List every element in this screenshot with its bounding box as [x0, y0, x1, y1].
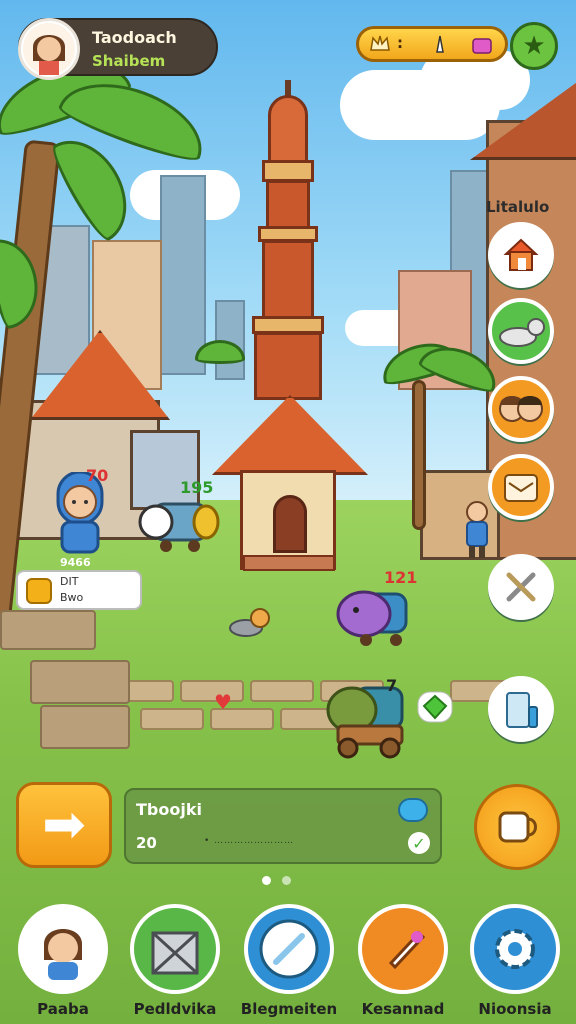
low-wall [0, 610, 96, 650]
gift-icon[interactable] [471, 34, 493, 54]
tower-tier [254, 332, 322, 400]
npc-character[interactable] [48, 470, 108, 562]
nav-label-4: Kesannad [361, 1000, 445, 1018]
nav-button-build[interactable] [130, 904, 220, 994]
tower-step [243, 555, 335, 571]
crown-icon [369, 34, 391, 54]
side-menu-label: Litalulo [486, 198, 550, 216]
nav-button-profile[interactable] [18, 904, 108, 994]
pet-cart[interactable] [136, 498, 220, 556]
arrow-right-icon: ➡ [42, 795, 86, 855]
info-line-2: Bwo [60, 591, 84, 604]
cat-icon [499, 318, 545, 347]
house-icon [503, 238, 539, 271]
player-subtitle: Shaibem [92, 52, 166, 70]
star-icon: ★ [522, 31, 546, 61]
low-wall [40, 705, 130, 749]
mail-icon [504, 474, 538, 502]
npc-label: 9466 [60, 556, 91, 569]
compass-icon [259, 919, 319, 979]
nav-label-5: Nioonsia [478, 1000, 552, 1018]
tower-tier [262, 240, 314, 320]
side-button-tools[interactable] [488, 554, 554, 620]
player-profile[interactable]: Taodoach Shaibem [18, 18, 218, 80]
side-button-pets[interactable] [488, 298, 554, 364]
tower-spire [268, 95, 308, 165]
side-button-mail[interactable] [488, 454, 554, 520]
side-button-store[interactable] [488, 676, 554, 742]
purple-pet-cart[interactable] [336, 588, 410, 648]
avatar[interactable] [18, 18, 80, 80]
heart-icon[interactable]: ♥ [214, 692, 236, 712]
cat-wandering[interactable] [228, 604, 270, 640]
quest-panel[interactable]: Tboojki 20 • …………………… ✓ [124, 788, 442, 864]
nav-button-boost[interactable] [358, 904, 448, 994]
tower-tier [266, 180, 310, 230]
npc-info-card[interactable]: DIT Bwo [16, 570, 142, 610]
cart-level-tag: 195 [180, 478, 214, 497]
pager-dot[interactable] [282, 876, 291, 885]
character-icon [44, 929, 82, 980]
skyscraper [160, 175, 206, 375]
cup-button[interactable] [474, 784, 560, 870]
low-wall [30, 660, 130, 704]
quest-title: Tboojki [136, 800, 202, 819]
pager-dot-active[interactable] [262, 876, 271, 885]
tower-band [262, 160, 314, 182]
next-arrow-button[interactable]: ➡ [16, 782, 112, 868]
achievement-star-button[interactable]: ★ [510, 22, 558, 70]
gear-icon [495, 929, 535, 969]
store-icon [506, 692, 538, 728]
nav-label-1: Paaba [37, 1000, 89, 1018]
info-line-1: DIT [60, 575, 79, 588]
coin-icon [26, 578, 52, 604]
check-icon[interactable]: ✓ [408, 832, 430, 854]
nav-label-3: Blegmeiten [240, 1000, 338, 1018]
bear-cart-tag: 7 [386, 676, 398, 695]
pig-level-tag: 121 [384, 568, 418, 587]
bear-cart[interactable] [326, 684, 406, 760]
side-button-house[interactable] [488, 222, 554, 288]
quest-count: 20 [136, 834, 157, 852]
cup-icon [498, 811, 537, 843]
resource-bar[interactable]: : [356, 26, 508, 62]
palm-trunk [412, 380, 426, 530]
villager[interactable] [462, 500, 492, 560]
nav-label-2: Pedldvika [133, 1000, 217, 1018]
tower-icon [429, 34, 451, 54]
quest-progress-text: • …………………… [204, 836, 295, 846]
friends-icon [499, 396, 543, 422]
npc-level-tag: 70 [86, 466, 109, 485]
rocket-icon [388, 930, 426, 970]
tower-door[interactable] [273, 495, 307, 553]
resource-value: : [397, 34, 403, 52]
tools-icon [506, 572, 536, 602]
side-button-friends[interactable] [488, 376, 554, 442]
eye-icon[interactable] [398, 798, 428, 822]
player-name: Taodoach [92, 28, 177, 47]
nav-button-map[interactable] [244, 904, 334, 994]
crate-icon [151, 931, 199, 975]
gem-icon[interactable] [416, 690, 454, 724]
nav-button-settings[interactable] [470, 904, 560, 994]
